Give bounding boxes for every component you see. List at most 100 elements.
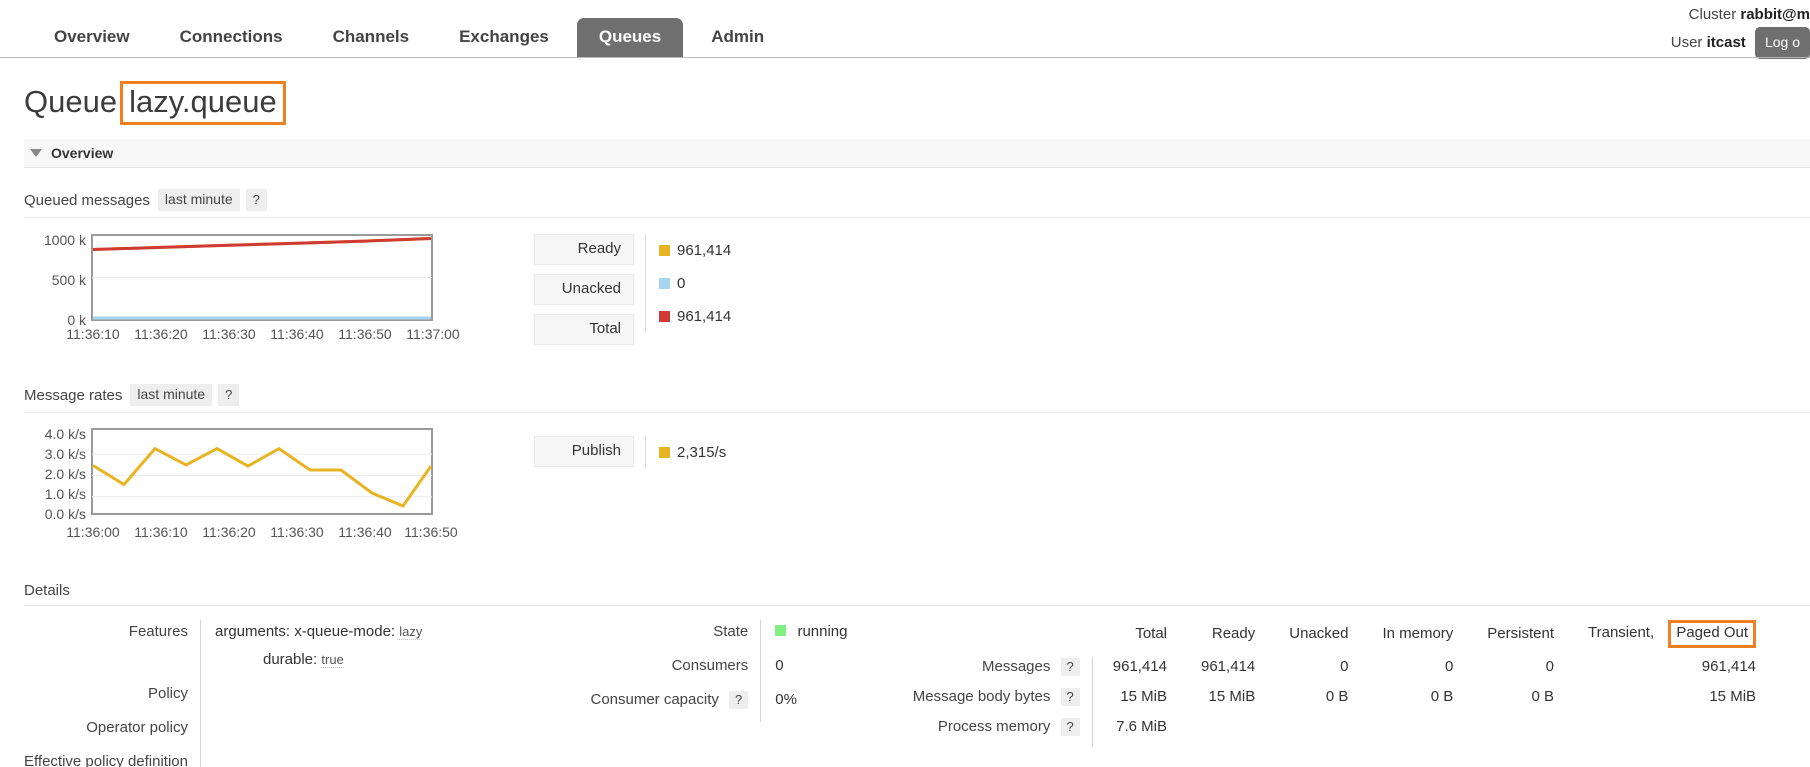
details-section-header: Details xyxy=(24,582,1810,606)
page-title: Queue lazy.queue xyxy=(24,81,1810,125)
y-tick-1000k: 1000 k xyxy=(44,232,87,248)
message-rates-period[interactable]: last minute xyxy=(130,384,213,406)
swatch-total-icon xyxy=(659,311,670,322)
queued-messages-legend-values: 961,414 0 961,414 xyxy=(645,234,731,333)
col-unacked: Unacked xyxy=(1289,625,1349,642)
queue-name-highlight: lazy.queue xyxy=(120,81,286,125)
queued-messages-svg: 1000 k 500 k 0 k 11:36:10 11:36:20 11:36… xyxy=(44,232,460,342)
queue-stats-table: Total Ready Unacked In memory Persistent… xyxy=(913,620,1757,747)
message-rates-legend-buttons: Publish xyxy=(534,436,634,476)
feature-durable-value: true xyxy=(321,652,344,668)
table-row: Effective policy definition xyxy=(24,750,531,767)
state-value: running xyxy=(797,623,848,640)
tab-overview[interactable]: Overview xyxy=(32,18,152,57)
feature-arguments-subname: x-queue-mode: xyxy=(294,623,396,640)
queued-messages-header: Queued messages last minute ? xyxy=(24,189,1810,218)
col-persistent: Persistent xyxy=(1487,625,1554,642)
rate-x-tick-4: 11:36:40 xyxy=(338,524,392,540)
col-paged-out-highlight: Paged Out xyxy=(1668,620,1757,648)
table-row: Features arguments: x-queue-mode: lazy d… xyxy=(24,620,531,682)
consumer-capacity-label-cell: Consumer capacity ? xyxy=(590,688,760,722)
y-tick-3ks: 3.0 k/s xyxy=(45,446,86,462)
message-rates-chart-area: 4.0 k/s 3.0 k/s 2.0 k/s 1.0 k/s 0.0 k/s … xyxy=(24,424,1810,554)
queued-messages-title: Queued messages xyxy=(24,191,150,209)
legend-value-total: 961,414 xyxy=(677,307,732,325)
row-process-memory-label: Process memory xyxy=(937,718,1051,735)
message-rates-title: Message rates xyxy=(24,386,123,404)
top-bar: Cluster rabbit@m User itcast Log o Overv… xyxy=(0,0,1810,59)
overview-section-header[interactable]: Overview xyxy=(24,139,1810,168)
process-memory-c3 xyxy=(1255,717,1348,747)
row-message-body-bytes-label-cell: Message body bytes ? xyxy=(913,687,1092,717)
features-label: Features xyxy=(128,623,188,640)
message-rates-svg: 4.0 k/s 3.0 k/s 2.0 k/s 1.0 k/s 0.0 k/s … xyxy=(45,426,458,540)
x-tick-0: 11:36:10 xyxy=(66,326,120,342)
consumer-capacity-label: Consumer capacity xyxy=(590,691,719,708)
message-rates-block: Message rates last minute ? 4.0 k/s 3.0 … xyxy=(24,384,1810,554)
table-header-row: Total Ready Unacked In memory Persistent… xyxy=(913,620,1757,657)
queue-stats-wrap: Total Ready Unacked In memory Persistent… xyxy=(913,620,1757,747)
messages-unacked: 0 xyxy=(1340,658,1349,675)
message-body-bytes-help-icon[interactable]: ? xyxy=(1060,688,1080,706)
rate-x-tick-1: 11:36:10 xyxy=(134,524,188,540)
rate-x-tick-2: 11:36:20 xyxy=(202,524,256,540)
process-memory-help-icon[interactable]: ? xyxy=(1060,718,1080,736)
state-table: State running Consumers 0 Consumer capac… xyxy=(590,620,861,722)
message-body-bytes-ready: 15 MiB xyxy=(1208,688,1256,705)
y-tick-4ks: 4.0 k/s xyxy=(45,426,86,442)
table-row: Operator policy xyxy=(24,716,531,750)
x-tick-1: 11:36:20 xyxy=(134,326,188,342)
legend-button-total[interactable]: Total xyxy=(534,314,634,345)
messages-help-icon[interactable]: ? xyxy=(1060,658,1080,676)
swatch-publish-icon xyxy=(659,447,670,458)
consumers-value: 0 xyxy=(760,654,861,688)
col-in-memory: In memory xyxy=(1382,625,1454,642)
queued-messages-help-icon[interactable]: ? xyxy=(245,189,267,211)
queued-messages-legend-buttons: Ready Unacked Total xyxy=(534,234,634,354)
legend-button-unacked[interactable]: Unacked xyxy=(534,274,634,305)
feature-arguments-value: lazy xyxy=(399,624,423,640)
feature-durable-name: durable: xyxy=(262,651,318,668)
row-process-memory-label-cell: Process memory ? xyxy=(913,717,1092,747)
overview-section-label: Overview xyxy=(51,145,114,161)
policy-value xyxy=(199,682,531,716)
process-memory-c6 xyxy=(1554,717,1756,747)
x-tick-4: 11:36:50 xyxy=(338,326,392,342)
messages-paged-out: 961,414 xyxy=(1701,658,1757,675)
chevron-down-icon xyxy=(30,149,42,157)
legend-value-publish: 2,315/s xyxy=(677,443,727,461)
tab-exchanges[interactable]: Exchanges xyxy=(437,18,571,57)
legend-value-publish-row: 2,315/s xyxy=(659,436,726,469)
legend-button-publish[interactable]: Publish xyxy=(534,436,634,467)
messages-total: 961,414 xyxy=(1091,657,1167,687)
col-transient-label: Transient, xyxy=(1588,624,1655,641)
tab-queues[interactable]: Queues xyxy=(576,18,684,57)
messages-ready: 961,414 xyxy=(1201,658,1256,675)
message-body-bytes-total: 15 MiB xyxy=(1091,687,1167,717)
tab-channels[interactable]: Channels xyxy=(311,18,432,57)
message-rates-help-icon[interactable]: ? xyxy=(218,384,240,406)
message-rates-plot: 4.0 k/s 3.0 k/s 2.0 k/s 1.0 k/s 0.0 k/s … xyxy=(24,424,499,554)
status-badge xyxy=(775,625,787,636)
policy-label: Policy xyxy=(147,685,188,702)
state-label: State xyxy=(713,623,749,640)
details-body: Features arguments: x-queue-mode: lazy d… xyxy=(24,620,1810,767)
legend-value-unacked-row: 0 xyxy=(659,267,731,300)
state-value-cell: running xyxy=(760,620,861,654)
queued-messages-chart-area: 1000 k 500 k 0 k 11:36:10 11:36:20 11:36… xyxy=(24,229,1810,354)
page-title-prefix: Queue xyxy=(24,84,118,119)
legend-value-unacked: 0 xyxy=(677,274,686,292)
features-table: Features arguments: x-queue-mode: lazy d… xyxy=(24,620,531,767)
message-rates-legend: Publish 2,315/s xyxy=(534,436,726,476)
queued-messages-period[interactable]: last minute xyxy=(157,189,240,211)
message-body-bytes-unacked: 0 B xyxy=(1325,688,1349,705)
tab-admin[interactable]: Admin xyxy=(689,18,786,57)
operator-policy-label: Operator policy xyxy=(86,719,188,736)
message-body-bytes-paged-out: 15 MiB xyxy=(1709,688,1757,705)
legend-button-ready[interactable]: Ready xyxy=(534,234,634,265)
consumer-capacity-help-icon[interactable]: ? xyxy=(729,691,749,709)
process-memory-total: 7.6 MiB xyxy=(1091,717,1167,747)
message-body-bytes-in-memory: 0 B xyxy=(1430,688,1454,705)
tab-connections[interactable]: Connections xyxy=(158,18,305,57)
features-value: arguments: x-queue-mode: lazy durable: t… xyxy=(199,620,531,682)
